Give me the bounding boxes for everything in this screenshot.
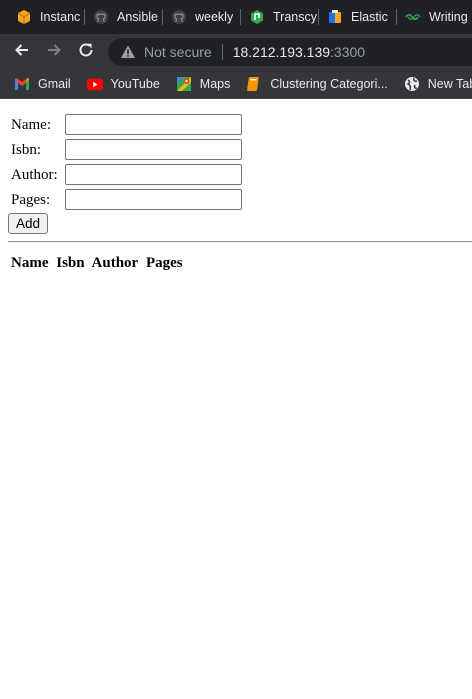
page-content: Name: Isbn: Author: Pages: Add Name Isbn… [0,100,472,699]
url-host: 18.212.193.139 [232,44,331,60]
table-header: Name Isbn Author Pages [11,255,187,272]
tab-instances[interactable]: Instanc [0,0,85,34]
tab-label: Transcy [273,10,317,24]
bookmark-label: New Tab [427,77,472,91]
add-button[interactable]: Add [8,213,49,234]
tab-label: Instanc [40,10,81,24]
tab-strip: Instanc Ansible weekly Transcy Elastic W [0,0,472,34]
divider [8,241,472,243]
pages-label: Pages: [11,192,51,208]
name-input[interactable] [65,114,242,135]
bookmark-label: Clustering Categori... [270,77,388,91]
bookmark-label: Maps [199,77,231,91]
address-bar[interactable]: Not secure 18.212.193.139:3300 [108,38,472,66]
bookmark-youtube[interactable]: YouTube [86,76,160,92]
bookmark-label: Gmail [38,77,71,91]
pages-input[interactable] [65,189,242,210]
arrow-right-icon [45,41,63,64]
author-input[interactable] [65,164,242,185]
github-icon [171,9,187,25]
name-label: Name: [11,117,51,133]
bookmark-new-tab[interactable]: New Tab [404,76,472,92]
address-divider [221,44,223,60]
book-icon [246,76,262,92]
tab-label: Writing [429,10,468,24]
tab-label: Elastic [351,10,388,24]
tab-label: Ansible [117,10,158,24]
elastic-icon [327,9,343,25]
arrow-left-icon [13,41,31,64]
gmail-icon [14,76,30,92]
bookmarks-bar: Gmail YouTube Maps Clustering Categori..… [0,70,472,99]
maps-icon [176,76,192,92]
bookmark-gmail[interactable]: Gmail [14,76,71,92]
back-button[interactable] [6,36,38,68]
globe-icon [404,76,420,92]
forward-button[interactable] [38,36,70,68]
tab-writing[interactable]: Writing [397,0,472,34]
bookmark-maps[interactable]: Maps [176,76,231,92]
column-header-isbn: Isbn [56,255,85,271]
tab-label: weekly [195,10,234,24]
writing-icon [405,9,421,25]
bookmark-clustering[interactable]: Clustering Categori... [246,76,388,92]
tab-ansible[interactable]: Ansible [85,0,163,34]
isbn-input[interactable] [65,139,242,160]
tab-transcy[interactable]: Transcy [241,0,319,34]
aws-box-icon [16,9,32,25]
security-status[interactable]: Not secure [144,44,212,60]
url-port: :3300 [330,44,366,60]
column-header-author: Author [91,255,139,271]
author-label: Author: [11,167,58,183]
transcy-icon [249,9,265,25]
youtube-icon [86,76,103,92]
warning-triangle-icon[interactable] [120,44,136,60]
tab-weekly[interactable]: weekly [163,0,241,34]
reload-icon [77,41,95,64]
reload-button[interactable] [70,36,102,68]
column-header-name: Name [11,255,49,271]
tab-elastic[interactable]: Elastic [319,0,397,34]
bookmark-label: YouTube [110,77,160,91]
github-icon [93,9,109,25]
column-header-pages: Pages [145,255,183,271]
isbn-label: Isbn: [11,142,41,158]
